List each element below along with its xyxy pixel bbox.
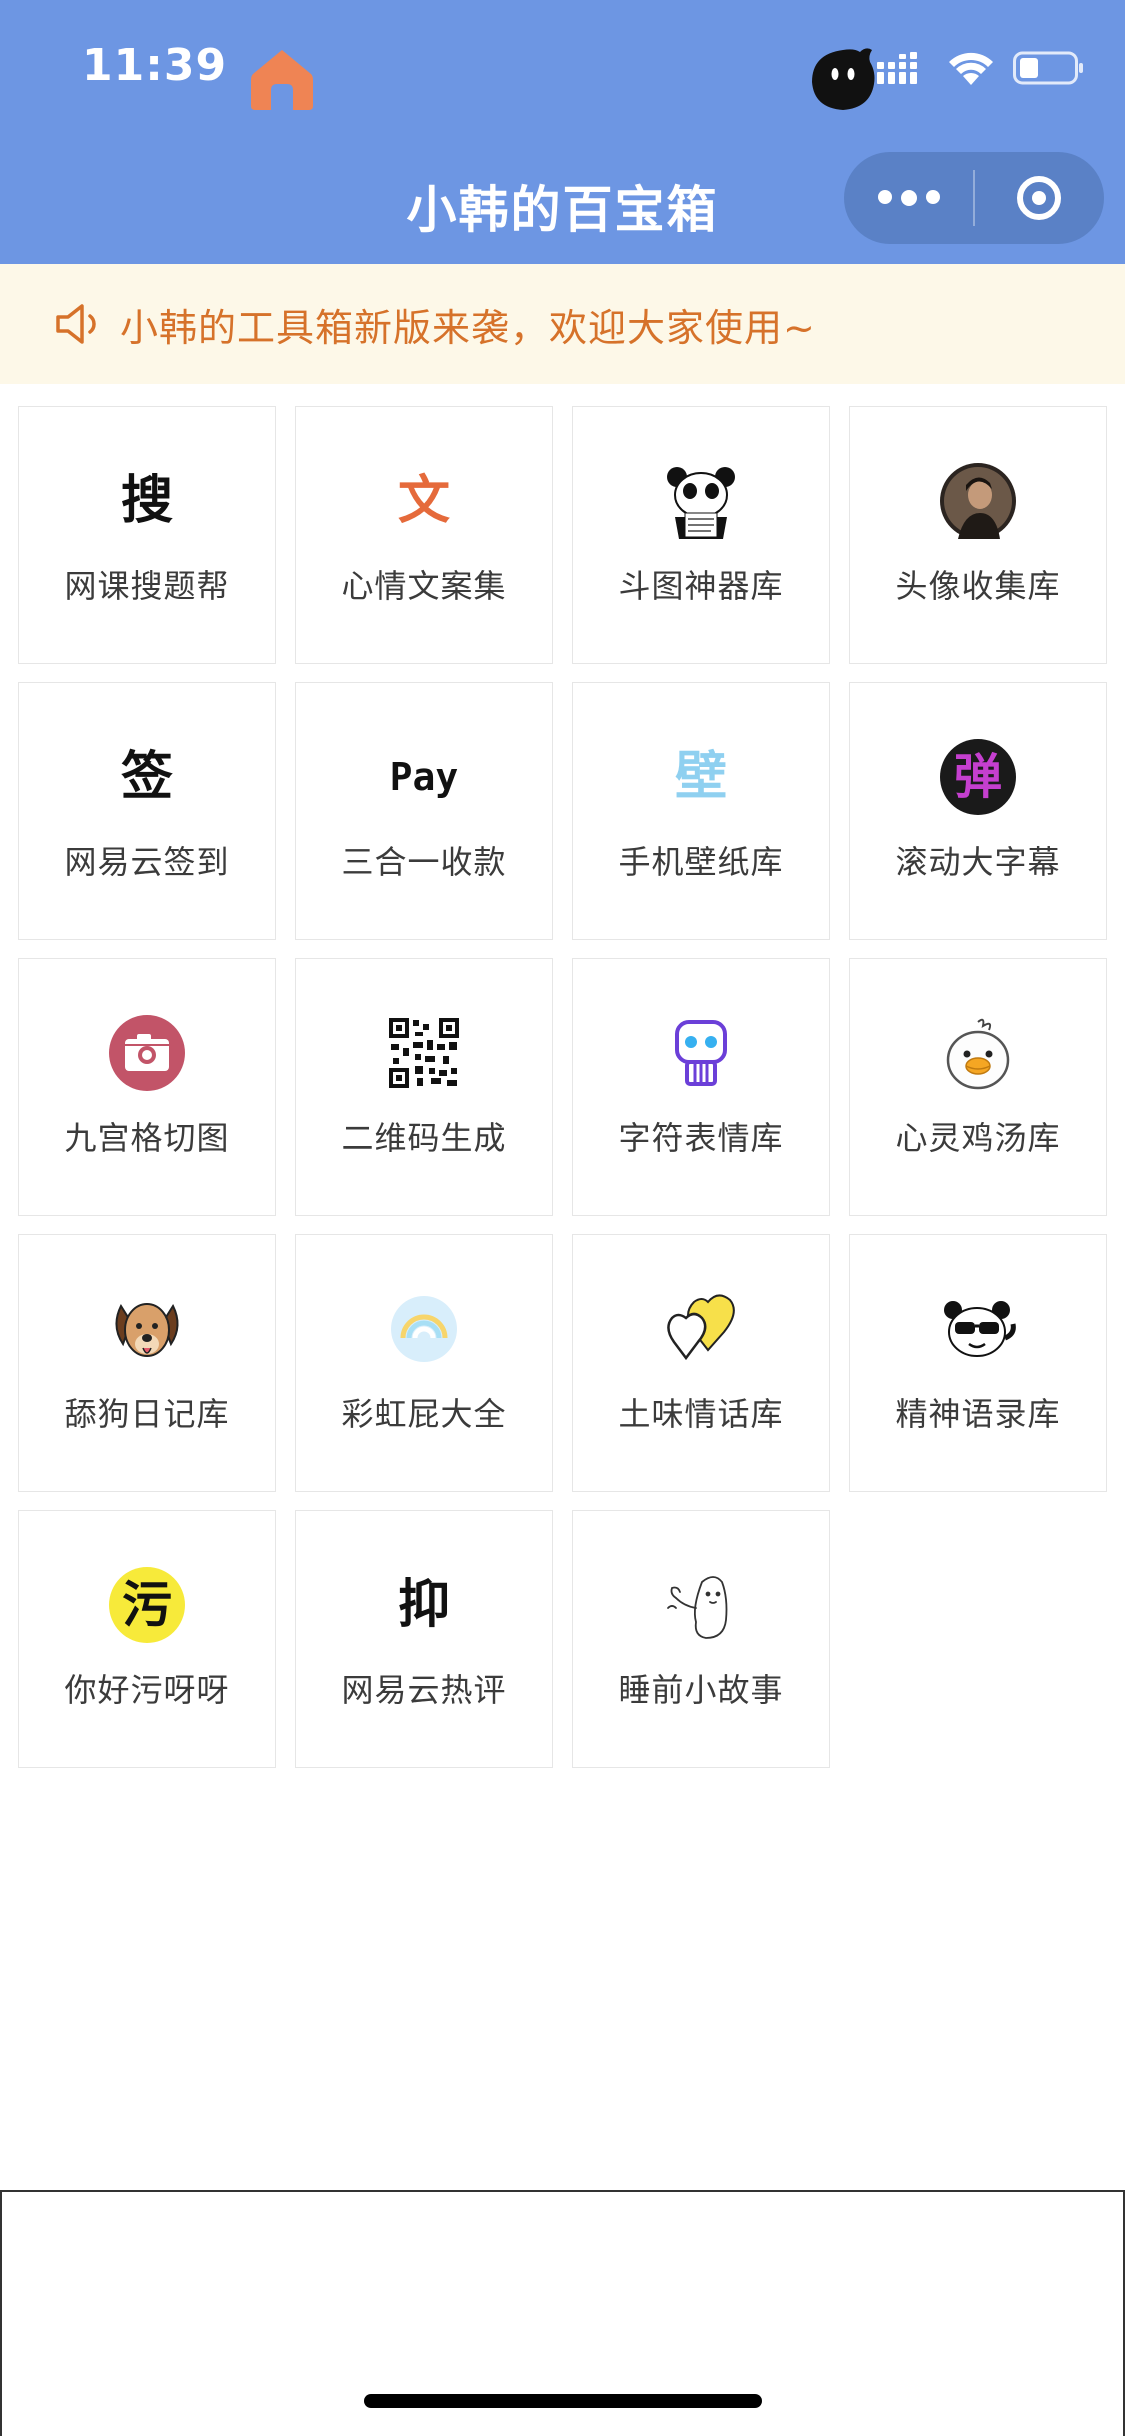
tool-item[interactable]: 九宫格切图 [18, 958, 276, 1216]
rainbow-icon [384, 1289, 464, 1369]
tool-item[interactable]: 签 网易云签到 [18, 682, 276, 940]
tool-item[interactable]: 抑 网易云热评 [295, 1510, 553, 1768]
tool-label: 网易云热评 [341, 1671, 507, 1709]
tool-item[interactable]: 精神语录库 [849, 1234, 1107, 1492]
tool-item[interactable]: 二维码生成 [295, 958, 553, 1216]
tool-item[interactable]: Pay 三合一收款 [295, 682, 553, 940]
wallpaper-glyph-icon: 壁 [661, 737, 741, 817]
tool-label: 九宫格切图 [64, 1119, 230, 1157]
notice-bar[interactable]: 小韩的工具箱新版来袭，欢迎大家使用~ [0, 264, 1125, 384]
comment-glyph-icon: 抑 [384, 1565, 464, 1645]
close-target-icon [1017, 176, 1062, 220]
icon-glyph: 壁 [674, 747, 727, 807]
camera-icon [107, 1013, 187, 1093]
tool-item[interactable]: 斗图神器库 [572, 406, 830, 664]
text-glyph-icon: 文 [384, 461, 464, 541]
panda-sunglasses-icon [938, 1289, 1018, 1369]
icon-glyph: 签 [120, 747, 173, 807]
dog-icon [107, 1289, 187, 1369]
tool-label: 心情文案集 [341, 567, 507, 605]
status-time: 11:39 [82, 40, 228, 91]
tool-label: 三合一收款 [341, 843, 507, 881]
tool-item[interactable]: 头像收集库 [849, 406, 1107, 664]
icon-glyph: 污 [122, 1576, 172, 1634]
tool-label: 斗图神器库 [618, 567, 784, 605]
tab-home[interactable] [247, 44, 317, 114]
tool-label: 手机壁纸库 [618, 843, 784, 881]
skull-icon [661, 1013, 741, 1093]
tools-grid: 搜 网课搜题帮 文 心情文案集 斗图神器库 头像收集库 签 网易云签到 Pay … [18, 406, 1107, 1768]
tool-item[interactable]: 土味情话库 [572, 1234, 830, 1492]
tool-label: 网课搜题帮 [64, 567, 230, 605]
panda-meme-icon [661, 461, 741, 541]
tool-label: 彩虹屁大全 [341, 1395, 507, 1433]
tool-item[interactable]: 污 你好污呀呀 [18, 1510, 276, 1768]
tab-mine[interactable] [808, 44, 878, 114]
battery-icon [1013, 51, 1083, 85]
tool-label: 二维码生成 [341, 1119, 507, 1157]
tool-item[interactable]: 搜 网课搜题帮 [18, 406, 276, 664]
tool-label: 心灵鸡汤库 [895, 1119, 1061, 1157]
tool-item[interactable]: 字符表情库 [572, 958, 830, 1216]
tool-item[interactable]: 弹 滚动大字幕 [849, 682, 1107, 940]
tool-label: 精神语录库 [895, 1395, 1061, 1433]
led-marquee-icon: 弹 [938, 737, 1018, 817]
tool-item[interactable]: 文 心情文案集 [295, 406, 553, 664]
tool-item[interactable]: 彩虹屁大全 [295, 1234, 553, 1492]
icon-glyph: Pay [389, 755, 459, 799]
nav-header: 11:39 小韩的百宝箱 [0, 0, 1125, 264]
avatar-photo-icon [938, 461, 1018, 541]
icon-glyph: 搜 [120, 470, 173, 531]
pay-icon: Pay [384, 737, 464, 817]
tool-label: 你好污呀呀 [64, 1671, 230, 1709]
home-indicator [364, 2394, 762, 2408]
icon-glyph: 弹 [953, 749, 1002, 805]
tool-label: 头像收集库 [895, 567, 1061, 605]
notice-text: 小韩的工具箱新版来袭，欢迎大家使用~ [120, 305, 816, 350]
speaker-icon [56, 304, 96, 344]
more-button[interactable] [844, 152, 973, 244]
cellular-signal-icon [877, 52, 917, 84]
wifi-icon [949, 52, 993, 85]
profile-blob-icon [812, 48, 875, 110]
checkin-glyph-icon: 签 [107, 737, 187, 817]
icon-glyph: 抑 [397, 1575, 450, 1635]
tool-label: 睡前小故事 [618, 1671, 784, 1709]
sketch-figure-icon [661, 1565, 741, 1645]
tool-label: 网易云签到 [64, 843, 230, 881]
tool-label: 字符表情库 [618, 1119, 784, 1157]
mini-program-capsule [844, 152, 1104, 244]
dirty-glyph-icon: 污 [107, 1565, 187, 1645]
tool-label: 土味情话库 [618, 1395, 784, 1433]
tool-item[interactable]: 舔狗日记库 [18, 1234, 276, 1492]
duck-icon [938, 1013, 1018, 1093]
home-icon [251, 50, 313, 110]
qr-code-icon [384, 1013, 464, 1093]
tool-label: 舔狗日记库 [64, 1395, 230, 1433]
icon-glyph: 文 [397, 471, 450, 531]
close-button[interactable] [975, 152, 1104, 244]
more-icon [877, 190, 940, 206]
status-indicators [877, 48, 1085, 88]
search-glyph-icon: 搜 [107, 461, 187, 541]
tool-item[interactable]: 壁 手机壁纸库 [572, 682, 830, 940]
hearts-icon [661, 1289, 741, 1369]
tool-label: 滚动大字幕 [895, 843, 1061, 881]
tool-item[interactable]: 睡前小故事 [572, 1510, 830, 1768]
tool-item[interactable]: 心灵鸡汤库 [849, 958, 1107, 1216]
